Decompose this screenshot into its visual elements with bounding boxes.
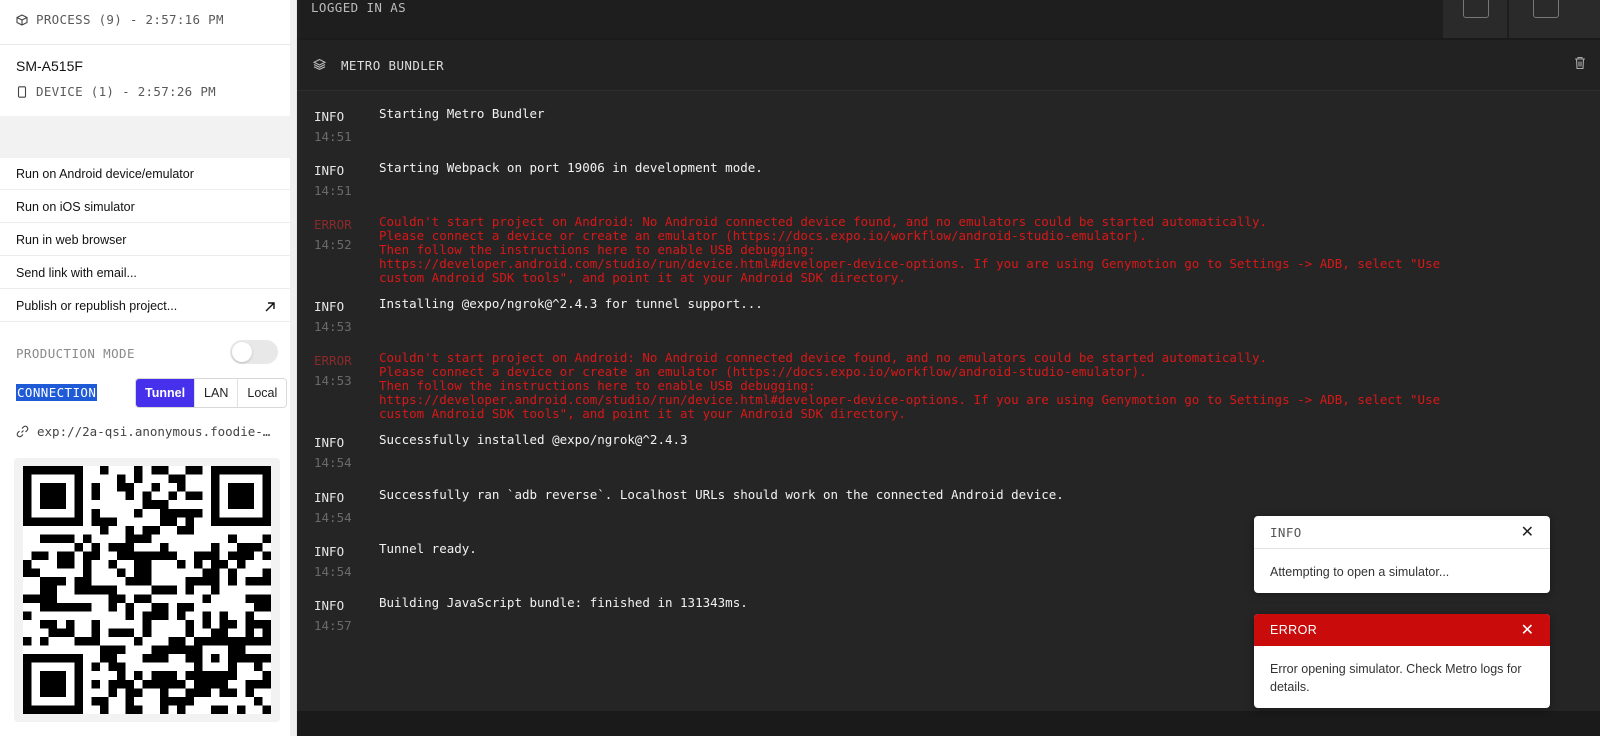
log-message: Couldn't start project on Android: No An… [379, 350, 1441, 421]
log-level: ERROR [314, 353, 352, 368]
publish-button[interactable]: Publish or republish project... [0, 290, 290, 322]
trash-icon[interactable] [1574, 56, 1586, 70]
log-message: Tunnel ready. [379, 541, 477, 556]
log-level: INFO [314, 544, 345, 559]
sidebar-scrollbar[interactable] [290, 0, 296, 736]
log-time: 14:54 [314, 455, 352, 470]
top-bar: LOGGED IN AS [297, 0, 1600, 38]
run-android-button[interactable]: Run on Android device/emulator [0, 158, 290, 190]
toast-title: ERROR [1270, 623, 1318, 637]
cube-icon [16, 13, 28, 26]
log-message: Successfully installed @expo/ngrok@^2.4.… [379, 432, 688, 447]
logged-in-label: LOGGED IN AS [311, 0, 407, 15]
log-time: 14:54 [314, 564, 352, 579]
log-message: Successfully ran `adb reverse`. Localhos… [379, 487, 1064, 502]
action-label: Publish or republish project... [16, 299, 178, 313]
connection-lan[interactable]: LAN [195, 379, 239, 407]
production-mode-label: PRODUCTION MODE [16, 346, 135, 361]
phone-icon [17, 85, 27, 98]
log-level: INFO [314, 435, 345, 450]
toast-info: INFO ✕ Attempting to open a simulator... [1254, 516, 1550, 593]
log-level: INFO [314, 299, 345, 314]
connection-label: CONNECTION [16, 384, 98, 401]
link-icon [16, 425, 29, 438]
divider [0, 44, 296, 45]
device-meta: DEVICE (1) - 2:57:26 PM [16, 84, 216, 99]
square-icon [1463, 0, 1489, 18]
toast-error: ERROR ✕ Error opening simulator. Check M… [1254, 614, 1550, 708]
action-label: Run in web browser [16, 233, 127, 247]
project-url[interactable]: exp://2a-qsi.anonymous.foodie-app.exp.di… [16, 424, 280, 439]
bottom-bar [297, 711, 1600, 736]
run-ios-button[interactable]: Run on iOS simulator [0, 191, 290, 223]
connection-local[interactable]: Local [238, 379, 287, 407]
log-level: INFO [314, 109, 345, 124]
close-icon[interactable]: ✕ [1521, 620, 1534, 640]
toast-title: INFO [1270, 525, 1302, 540]
connection-tunnel[interactable]: Tunnel [136, 379, 196, 407]
action-label: Run on iOS simulator [16, 200, 135, 214]
log-level: INFO [314, 490, 345, 505]
log-message: Starting Metro Bundler [379, 106, 545, 121]
action-label: Run on Android device/emulator [16, 167, 194, 181]
split-icon [1533, 0, 1559, 18]
log-level: ERROR [314, 217, 352, 232]
layers-icon [313, 58, 326, 71]
toolbar-button-split[interactable] [1509, 0, 1600, 38]
connection-selector: Tunnel LAN Local [135, 378, 288, 408]
run-web-button[interactable]: Run in web browser [0, 224, 290, 256]
metro-bundler-header: METRO BUNDLER [297, 40, 1600, 91]
sidebar: PROCESS (9) - 2:57:16 PM SM-A515F DEVICE… [0, 0, 297, 736]
toggle-knob [232, 342, 252, 362]
log-time: 14:53 [314, 373, 352, 388]
log-message: Couldn't start project on Android: No An… [379, 214, 1441, 285]
toolbar-button[interactable] [1443, 0, 1507, 38]
spacer-block [0, 116, 296, 158]
production-mode-toggle[interactable] [230, 340, 278, 364]
log-level: INFO [314, 163, 345, 178]
log-time: 14:51 [314, 129, 352, 144]
log-message: Installing @expo/ngrok@^2.4.3 for tunnel… [379, 296, 763, 311]
log-message: Building JavaScript bundle: finished in … [379, 595, 748, 610]
log-time: 14:53 [314, 319, 352, 334]
external-link-icon [264, 290, 276, 322]
toast-header: INFO ✕ [1254, 516, 1550, 549]
device-name: SM-A515F [16, 58, 83, 74]
process-meta: PROCESS (9) - 2:57:16 PM [16, 12, 224, 27]
toast-header: ERROR ✕ [1254, 614, 1550, 646]
log-time: 14:52 [314, 237, 352, 252]
send-link-button[interactable]: Send link with email... [0, 257, 290, 289]
device-meta-text: DEVICE (1) - 2:57:26 PM [36, 84, 216, 99]
project-url-text: exp://2a-qsi.anonymous.foodie-app.exp.di… [37, 424, 277, 439]
log-level: INFO [314, 598, 345, 613]
log-time: 14:51 [314, 183, 352, 198]
qr-code [14, 458, 280, 722]
panel-title: METRO BUNDLER [341, 58, 445, 73]
action-label: Send link with email... [16, 266, 137, 280]
log-time: 14:54 [314, 510, 352, 525]
toast-body: Error opening simulator. Check Metro log… [1270, 662, 1522, 694]
log-message: Starting Webpack on port 19006 in develo… [379, 160, 763, 175]
close-icon[interactable]: ✕ [1521, 522, 1534, 542]
process-meta-text: PROCESS (9) - 2:57:16 PM [36, 12, 224, 27]
log-time: 14:57 [314, 618, 352, 633]
toast-body: Attempting to open a simulator... [1270, 565, 1450, 579]
